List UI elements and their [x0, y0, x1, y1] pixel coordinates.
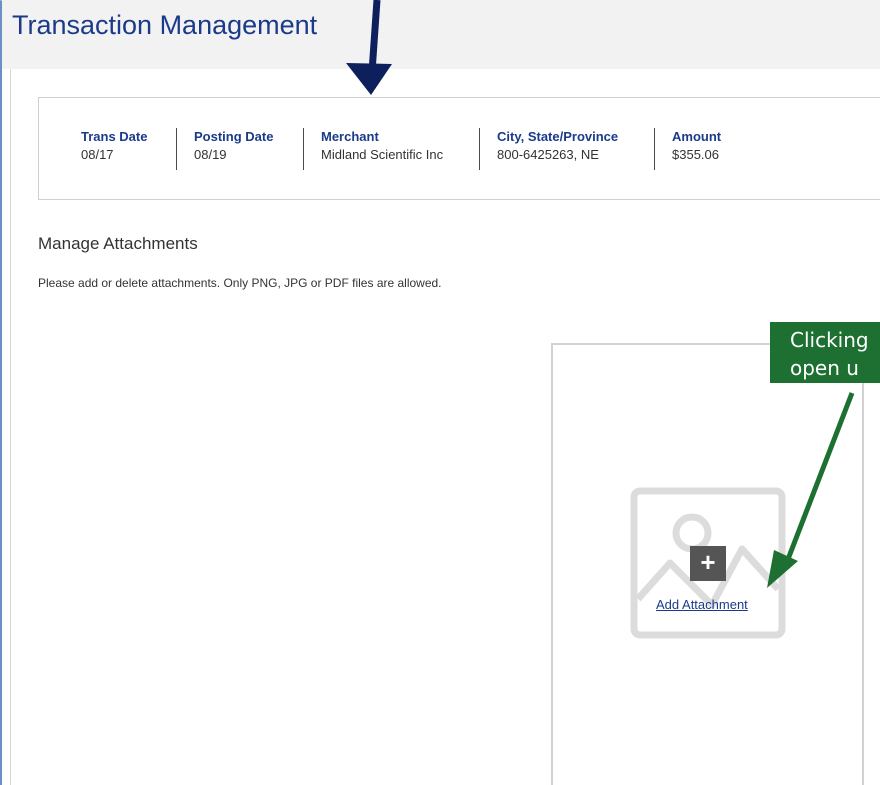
navy-arrow	[346, 0, 392, 95]
annotation-arrows	[346, 0, 855, 588]
green-arrow	[767, 392, 855, 588]
